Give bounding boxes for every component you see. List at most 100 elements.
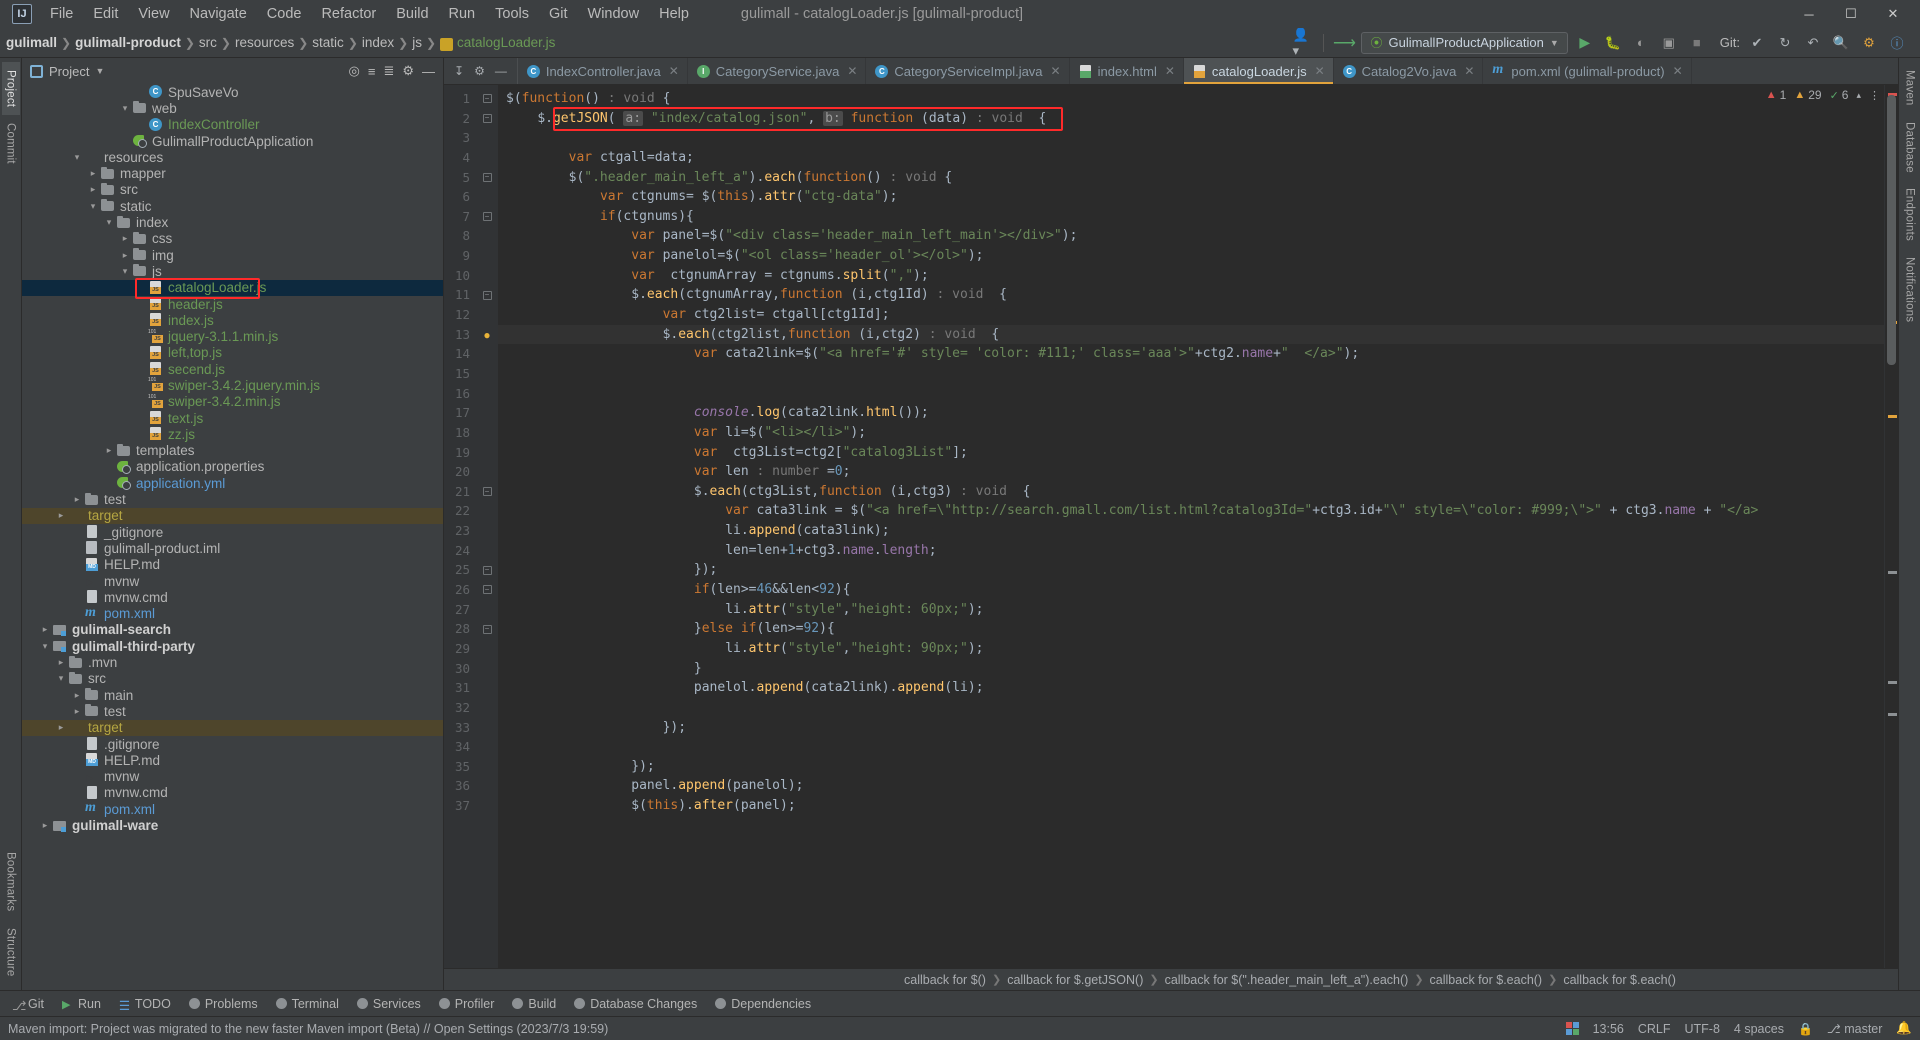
tree-item-mvnw[interactable]: mvnw (22, 768, 443, 784)
breadcrumb-src[interactable]: src (199, 35, 217, 50)
run-icon[interactable]: ▶ (1574, 32, 1596, 54)
code-line[interactable]: li.append(cata3link); (498, 521, 1884, 541)
fold-marker[interactable]: ● (476, 325, 498, 345)
status-encoding[interactable]: UTF-8 (1685, 1022, 1720, 1036)
tree-item-gulimall-product-iml[interactable]: gulimall-product.iml (22, 540, 443, 556)
change-marker[interactable] (1888, 713, 1897, 716)
tool-tab-database[interactable]: Database (1901, 114, 1919, 181)
tree-item-application-properties[interactable]: application.properties (22, 459, 443, 475)
code-line[interactable]: $.each(ctg2list,function (i,ctg2) : void… (498, 325, 1884, 345)
fold-marker[interactable]: − (476, 285, 498, 305)
maximize-button[interactable]: ☐ (1830, 0, 1872, 28)
tree-item-target[interactable]: ▸target (22, 720, 443, 736)
tree-item-pom-xml[interactable]: pom.xml (22, 801, 443, 817)
breadcrumb-callback-4[interactable]: callback for $.each() (1563, 973, 1676, 987)
fold-collapse-icon[interactable]: − (483, 114, 492, 123)
tree-item-src[interactable]: ▸src (22, 182, 443, 198)
tool-window-button-services[interactable]: Services (349, 994, 429, 1014)
tree-item-main[interactable]: ▸main (22, 687, 443, 703)
tree-item-catalogloader-js[interactable]: catalogLoader.js (22, 280, 443, 296)
project-tree[interactable]: SpuSaveVo▾webIndexControllerGulimallProd… (22, 84, 443, 990)
close-tab-icon[interactable]: ✕ (1673, 64, 1683, 78)
close-tab-icon[interactable]: ✕ (1464, 64, 1474, 78)
tree-item-mvnw-cmd[interactable]: mvnw.cmd (22, 785, 443, 801)
chevron-down-icon[interactable]: ▾ (54, 673, 68, 684)
code-line[interactable]: $(".header_main_left_a").each(function()… (498, 168, 1884, 188)
code-line[interactable] (498, 364, 1884, 384)
chevron-right-icon[interactable]: ▸ (54, 722, 68, 733)
tree-item-left-top-js[interactable]: left,top.js (22, 345, 443, 361)
tree-item-indexcontroller[interactable]: IndexController (22, 117, 443, 133)
chevron-right-icon[interactable]: ▸ (86, 184, 100, 195)
fold-end-icon[interactable]: − (483, 566, 492, 575)
code-line[interactable]: }); (498, 718, 1884, 738)
tree-item-mvnw[interactable]: mvnw (22, 573, 443, 589)
menu-tools[interactable]: Tools (485, 3, 539, 25)
tree-item--gitignore[interactable]: .gitignore (22, 736, 443, 752)
tool-window-button-problems[interactable]: Problems (181, 994, 266, 1014)
debug-icon[interactable]: 🐛 (1602, 32, 1624, 54)
breadcrumb-callback-2[interactable]: callback for $(".header_main_left_a").ea… (1165, 973, 1409, 987)
code-line[interactable]: var len : number =0; (498, 462, 1884, 482)
chevron-down-icon[interactable]: ▾ (86, 201, 100, 212)
inspections-chevron-icon[interactable]: ▴ (1856, 90, 1861, 101)
tree-item-pom-xml[interactable]: pom.xml (22, 606, 443, 622)
code-line[interactable]: panel.append(panelol); (498, 776, 1884, 796)
tree-item-js[interactable]: ▾js (22, 263, 443, 279)
code-line[interactable]: console.log(cata2link.html()); (498, 403, 1884, 423)
menu-file[interactable]: File (40, 3, 83, 25)
menu-git[interactable]: Git (539, 3, 578, 25)
tree-item-mapper[interactable]: ▸mapper (22, 165, 443, 181)
hide-icon[interactable]: — (495, 64, 507, 78)
tool-tab-notifications[interactable]: Notifications (1901, 249, 1919, 330)
chevron-down-icon[interactable]: ▾ (38, 641, 52, 652)
fold-marker[interactable]: − (476, 482, 498, 502)
chevron-right-icon[interactable]: ▸ (38, 820, 52, 831)
tool-window-button-database-changes[interactable]: Database Changes (566, 994, 705, 1014)
breadcrumb-callback-1[interactable]: callback for $.getJSON() (1007, 973, 1143, 987)
tree-item-static[interactable]: ▾static (22, 198, 443, 214)
chevron-down-icon[interactable]: ▾ (102, 217, 116, 228)
tree-item-secend-js[interactable]: secend.js (22, 361, 443, 377)
commit-icon[interactable]: ✔ (1746, 32, 1768, 54)
fold-marker[interactable]: − (476, 580, 498, 600)
tool-window-button-profiler[interactable]: Profiler (431, 994, 503, 1014)
breadcrumb-file[interactable]: catalogLoader.js (457, 35, 555, 50)
fold-gutter[interactable]: −−−−−●−−−− (476, 85, 498, 968)
tree-item-test[interactable]: ▸test (22, 703, 443, 719)
tool-window-button-dependencies[interactable]: Dependencies (707, 994, 819, 1014)
expand-all-icon[interactable]: ≡ (368, 64, 376, 79)
code-line[interactable] (498, 698, 1884, 718)
menu-help[interactable]: Help (649, 3, 699, 25)
chevron-right-icon[interactable]: ▸ (86, 168, 100, 179)
tree-item-index[interactable]: ▾index (22, 214, 443, 230)
close-button[interactable]: ✕ (1872, 0, 1914, 28)
fold-collapse-icon[interactable]: − (483, 487, 492, 496)
tree-item-help-md[interactable]: HELP.md (22, 557, 443, 573)
menu-window[interactable]: Window (578, 3, 650, 25)
change-marker[interactable] (1888, 681, 1897, 684)
code-line[interactable]: li.attr("style","height: 90px;"); (498, 639, 1884, 659)
code-line[interactable]: panelol.append(cata2link).append(li); (498, 678, 1884, 698)
fold-marker[interactable]: − (476, 109, 498, 129)
locate-file-icon[interactable]: ◎ (349, 63, 360, 79)
collapse-all-icon[interactable]: ≣ (383, 63, 394, 79)
tree-item-test[interactable]: ▸test (22, 491, 443, 507)
code-line[interactable]: var ctgnumArray = ctgnums.split(","); (498, 266, 1884, 286)
run-configuration-selector[interactable]: ⦿ GulimallProductApplication ▼ (1361, 32, 1567, 54)
tool-tab-commit[interactable]: Commit (2, 115, 20, 172)
editor-tab-indexcontroller-java[interactable]: IndexController.java✕ (518, 58, 688, 84)
status-message[interactable]: Maven import: Project was migrated to th… (8, 1022, 608, 1036)
code-line[interactable]: var ctg3List=ctg2["catalog3List"]; (498, 443, 1884, 463)
close-tab-icon[interactable]: ✕ (669, 64, 679, 78)
menu-view[interactable]: View (128, 3, 179, 25)
tree-item-text-js[interactable]: text.js (22, 410, 443, 426)
menu-navigate[interactable]: Navigate (180, 3, 257, 25)
tree-item-application-yml[interactable]: application.yml (22, 475, 443, 491)
tree-item-spusavevo[interactable]: SpuSaveVo (22, 84, 443, 100)
code-line[interactable]: }); (498, 560, 1884, 580)
code-line[interactable]: var cata3link = $("<a href=\"http://sear… (498, 501, 1884, 521)
code-line[interactable]: $.each(ctg3List,function (i,ctg3) : void… (498, 482, 1884, 502)
close-tab-icon[interactable]: ✕ (847, 64, 857, 78)
fold-marker[interactable]: − (476, 560, 498, 580)
